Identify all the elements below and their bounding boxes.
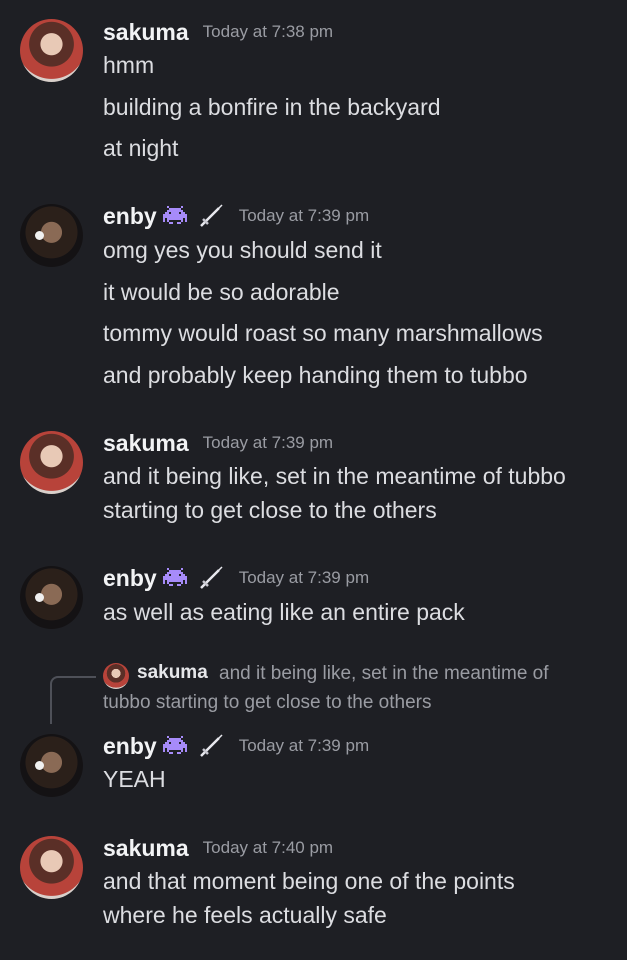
message-text: YEAH	[103, 766, 166, 792]
message-text: it would be so adorable	[103, 279, 340, 305]
author-name[interactable]: enby	[103, 203, 157, 230]
dagger-icon	[199, 734, 223, 757]
dagger-icon	[199, 566, 223, 589]
timestamp: Today at 7:39 pm	[238, 568, 370, 587]
reply-avatar[interactable]	[103, 663, 129, 689]
message-header: enby Today at 7:39 pm	[103, 731, 369, 761]
timestamp: Today at 7:38 pm	[202, 22, 334, 41]
message-text: starting to get close to the others	[103, 497, 437, 523]
message-text: where he feels actually safe	[103, 902, 387, 928]
author-name[interactable]: sakuma	[103, 19, 189, 46]
avatar[interactable]	[20, 836, 83, 899]
avatar[interactable]	[20, 19, 83, 82]
message-text: as well as eating like an entire pack	[103, 599, 465, 625]
space-invader-icon	[162, 736, 187, 754]
message-text: building a bonfire in the backyard	[103, 94, 441, 120]
author-name[interactable]: sakuma	[103, 430, 189, 457]
eye-patch-icon	[35, 761, 44, 770]
reply-connector	[50, 676, 96, 724]
timestamp: Today at 7:40 pm	[202, 838, 334, 857]
timestamp: Today at 7:39 pm	[202, 433, 334, 452]
reply-text[interactable]: and it being like, set in the meantime o…	[219, 663, 549, 685]
reply-text[interactable]: tubbo starting to get close to the other…	[103, 692, 431, 714]
space-invader-icon	[162, 206, 187, 224]
avatar[interactable]	[20, 431, 83, 494]
message-text: and that moment being one of the points	[103, 868, 515, 894]
message-header: sakuma Today at 7:38 pm	[103, 17, 333, 47]
author-name[interactable]: sakuma	[103, 835, 189, 862]
message-header: enby Today at 7:39 pm	[103, 563, 369, 593]
timestamp: Today at 7:39 pm	[238, 206, 370, 225]
message-text: hmm	[103, 52, 155, 78]
message-header: sakuma Today at 7:39 pm	[103, 428, 333, 458]
author-name[interactable]: enby	[103, 733, 157, 760]
reply-author-name[interactable]: sakuma	[137, 662, 208, 684]
message-text: omg yes you should send it	[103, 237, 382, 263]
space-invader-icon	[162, 568, 187, 586]
avatar[interactable]	[20, 566, 83, 629]
message-text: at night	[103, 135, 179, 161]
message-text: and probably keep handing them to tubbo	[103, 362, 528, 388]
avatar[interactable]	[20, 204, 83, 267]
timestamp: Today at 7:39 pm	[238, 736, 370, 755]
eye-patch-icon	[35, 593, 44, 602]
eye-patch-icon	[35, 231, 44, 240]
dagger-icon	[199, 204, 223, 227]
author-name[interactable]: enby	[103, 565, 157, 592]
avatar[interactable]	[20, 734, 83, 797]
message-text: tommy would roast so many marshmallows	[103, 320, 543, 346]
message-header: enby Today at 7:39 pm	[103, 201, 369, 231]
message-header: sakuma Today at 7:40 pm	[103, 833, 333, 863]
message-text: and it being like, set in the meantime o…	[103, 463, 566, 489]
